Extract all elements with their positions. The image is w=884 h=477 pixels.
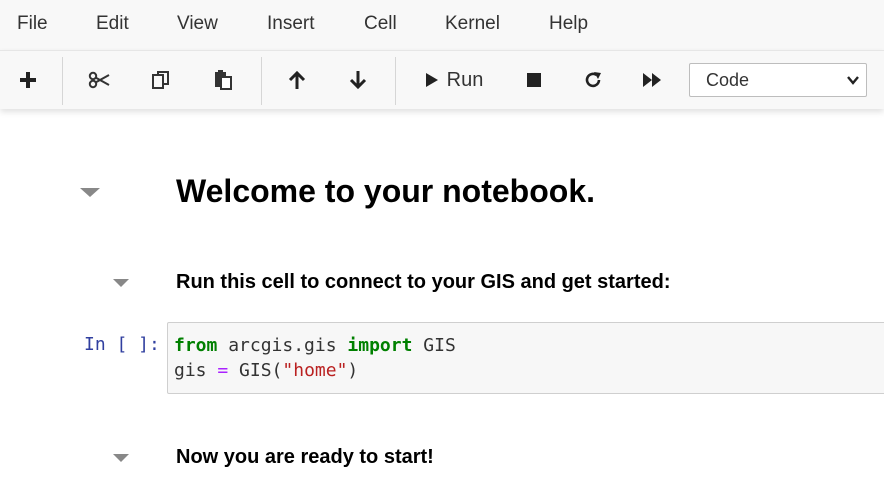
toolbar-divider (261, 57, 262, 105)
code-close-paren: ) (347, 360, 359, 381)
menu-insert[interactable]: Insert (267, 12, 315, 36)
plus-icon (20, 72, 36, 88)
menu-view[interactable]: View (177, 12, 218, 36)
menu-file[interactable]: File (17, 12, 48, 36)
menu-kernel[interactable]: Kernel (445, 12, 500, 36)
scissors-icon (88, 71, 110, 89)
arrow-down-icon (349, 71, 367, 90)
code-variable: gis (174, 360, 218, 381)
collapse-subheading-toggle[interactable] (113, 279, 129, 287)
interrupt-button[interactable] (512, 61, 556, 99)
copy-icon (152, 71, 169, 89)
stop-icon (527, 73, 541, 87)
restart-button[interactable] (571, 61, 615, 99)
copy-button[interactable] (139, 61, 183, 99)
code-cell-editor[interactable]: from arcgis.gis import GIS gis = GIS("ho… (167, 322, 884, 394)
code-line: gis = GIS("home") (174, 359, 358, 383)
cell-prompt: In [ ]: (84, 334, 160, 355)
move-up-button[interactable] (275, 61, 319, 99)
paste-button[interactable] (201, 61, 245, 99)
move-down-button[interactable] (336, 61, 380, 99)
code-name: GIS (412, 335, 456, 356)
run-button-label: Run (446, 68, 484, 91)
run-button[interactable]: Run (414, 61, 494, 99)
insert-cell-button[interactable] (6, 61, 50, 99)
refresh-icon (585, 72, 601, 88)
code-operator: = (217, 360, 229, 381)
code-keyword: from (174, 335, 218, 356)
collapse-footer-heading-toggle[interactable] (113, 454, 129, 462)
cell-type-value: Code (706, 70, 750, 90)
cell-type-select[interactable]: Code (689, 63, 867, 97)
play-icon (425, 73, 438, 87)
menu-bar: File Edit View Insert Cell Kernel Help (0, 0, 884, 50)
toolbar: Run Code (0, 50, 884, 109)
fast-forward-icon (643, 73, 661, 87)
menu-cell[interactable]: Cell (364, 12, 397, 36)
footer-heading: Now you are ready to start! (176, 446, 434, 468)
code-string: "home" (282, 360, 348, 381)
collapse-heading-toggle[interactable] (80, 188, 100, 197)
cut-button[interactable] (77, 61, 121, 99)
toolbar-divider (395, 57, 396, 105)
restart-run-all-button[interactable] (630, 61, 674, 99)
arrow-up-icon (288, 70, 306, 89)
code-module: arcgis.gis (217, 335, 348, 356)
code-keyword: import (347, 335, 413, 356)
code-line: from arcgis.gis import GIS (174, 334, 456, 358)
menu-help[interactable]: Help (549, 12, 588, 36)
chevron-down-icon (847, 76, 859, 85)
notebook-subheading: Run this cell to connect to your GIS and… (176, 271, 671, 293)
menu-edit[interactable]: Edit (96, 12, 129, 36)
code-call: GIS( (228, 360, 283, 381)
paste-icon (215, 70, 232, 90)
toolbar-divider (62, 57, 63, 105)
notebook-heading: Welcome to your notebook. (176, 173, 595, 209)
